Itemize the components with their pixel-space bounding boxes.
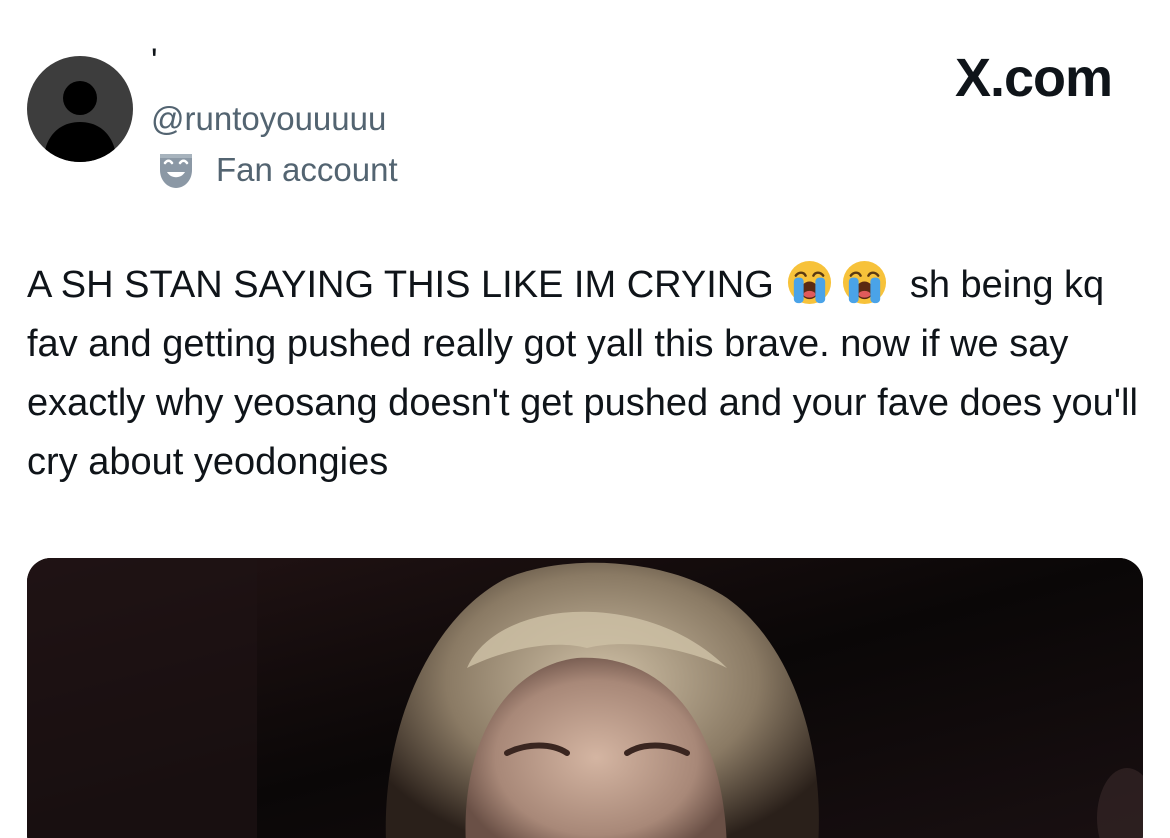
default-user-icon [43,81,117,162]
loudly-crying-face-icon [842,260,886,305]
photo-icon [27,558,1143,838]
tweet-screenshot: ' @runtoyouuuuu Fan account X.com A SH S… [0,0,1170,838]
tweet-media[interactable] [27,558,1143,838]
account-label: Fan account [158,150,398,190]
user-handle[interactable]: @runtoyouuuuu [151,100,386,138]
brand-watermark: X.com [954,48,1113,108]
display-name[interactable]: ' [151,44,158,78]
tweet-text: A SH STAN SAYING THIS LIKE IM CRYING sh … [27,256,1145,492]
emoji-group [774,260,888,306]
avatar[interactable] [27,56,133,162]
account-label-text: Fan account [216,151,398,188]
theater-mask-icon [160,154,192,188]
loudly-crying-face-icon [787,260,831,305]
tweet-text-part1: A SH STAN SAYING THIS LIKE IM CRYING [27,264,774,306]
